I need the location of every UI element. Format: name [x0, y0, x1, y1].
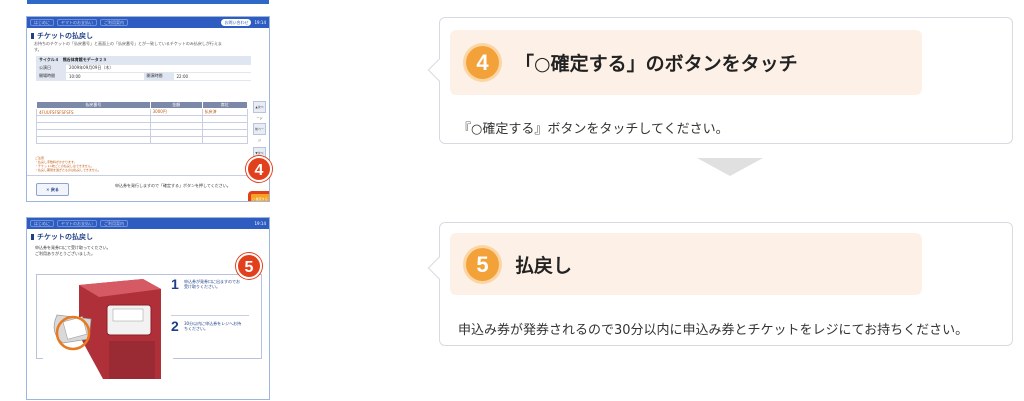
step-card-title: 払戻し	[515, 254, 573, 277]
kiosk-tab-payment: ヤマトのお支払い	[57, 19, 97, 26]
card-pointer	[427, 58, 451, 82]
info-value: 22:00	[173, 72, 251, 81]
grid-cell: 払戻済	[201, 108, 249, 116]
kiosk-tab-home: はじめに	[30, 19, 54, 26]
grid-cell	[201, 115, 249, 123]
grid-cell	[149, 122, 203, 130]
kiosk-tab-payment: ヤマトのお支払い	[57, 220, 97, 227]
kiosk-step-text: 申込券が発券口に出ますのでお受け取りください。	[184, 279, 240, 289]
kiosk-topbar: はじめに ヤマトのお支払い ご利用案内 お問い合わせ 19:14	[27, 17, 269, 28]
grid-cell	[36, 136, 151, 144]
grid-cell	[201, 136, 249, 144]
card-pointer	[427, 256, 451, 280]
kiosk-title: チケットの払戻し	[31, 31, 93, 41]
kiosk-step-number: 2	[171, 318, 179, 334]
grid-cell	[36, 115, 151, 123]
step-number-circle: 4	[466, 46, 499, 79]
grid-header: 席位	[201, 101, 249, 109]
grid-cell	[149, 115, 203, 123]
kiosk-description: お持ちのチケットの「払戻番号」と画面上の「払戻番号」とが一致しているチケットのみ…	[34, 41, 222, 52]
kiosk-illustration-panel: 1 申込券が発券口に出ますのでお受け取りください。 2 30分以内に申込券をレジへお…	[36, 274, 262, 379]
step-card-body: 『○確定する』ボタンをタッチしてください。	[458, 122, 729, 137]
kiosk-back-button: ✕ 戻る	[36, 183, 69, 196]
grid-cell	[36, 129, 151, 137]
grid-cell: 3000円	[149, 108, 203, 116]
kiosk-notes: ご注意 ・払戻し手数料がかかります。 ・チケット1枚ごとの払戻しはできません。 …	[35, 156, 101, 172]
step-card-header: 4 「○確定する」のボタンをタッチ	[450, 30, 922, 95]
step-number-circle: 5	[466, 247, 499, 281]
kiosk-bottom-message: 申込券を発行しますので「確定する」ボタンを押してください。	[115, 183, 231, 188]
grid-cell	[201, 129, 249, 137]
kiosk-step-number: 1	[171, 276, 179, 292]
kiosk-confirm-button: ○ 確定する	[250, 193, 269, 201]
refund-grid: 払戻番号 金額 席位 4FUUFSFSFSFSFS 3000円 払戻済	[36, 101, 249, 144]
info-label: 開場時間	[36, 72, 66, 81]
step-card-title: 「○確定する」のボタンをタッチ	[515, 53, 798, 75]
step-card-5: 5 払戻し 申込み券が発券されるので30分以内に申込み券とチケットをレジにてお持…	[427, 222, 1013, 346]
grid-header: 払戻番号	[36, 101, 151, 109]
info-label: 開演時間	[143, 72, 174, 81]
grid-cell	[149, 129, 203, 137]
kiosk-step-2: 2 30分以内に申込券をレジへお持ちください。	[171, 319, 251, 333]
kiosk-status-pill: お問い合わせ	[221, 19, 252, 26]
step-badge-4: 4	[246, 156, 272, 182]
down-arrow-icon	[697, 158, 763, 176]
kiosk-bottom-divider	[27, 175, 269, 176]
kiosk-tab-guide: ご利用案内	[100, 19, 128, 26]
info-value: 2009年09月09日（木）	[66, 64, 251, 73]
info-label: 公演日	[36, 64, 66, 73]
kiosk-topbar: はじめに ヤマトのお支払い ご利用案内 19:14	[27, 218, 269, 229]
thumbnail-top-edge	[27, 0, 269, 4]
kiosk-step-text: 30分以内に申込券をレジへお持ちください。	[184, 321, 242, 331]
kiosk-screenshot-confirm: はじめに ヤマトのお支払い ご利用案内 お問い合わせ 19:14 チケットの払戻…	[26, 16, 270, 202]
kiosk-title: チケットの払戻し	[31, 232, 93, 242]
grid-cell	[36, 122, 151, 130]
kiosk-tab-home: はじめに	[30, 220, 54, 227]
kiosk-clock: 19:14	[254, 221, 266, 226]
kiosk-prev-page-button: 前ページ	[253, 123, 266, 142]
step-card-header: 5 払戻し	[450, 233, 922, 295]
info-value: 10:00	[66, 72, 144, 81]
kiosk-clock: 19:14	[254, 20, 266, 25]
grid-cell	[201, 122, 249, 130]
grid-header: 金額	[149, 101, 203, 109]
kiosk-page-up-button: ▲次ページ	[253, 101, 266, 120]
event-info-table: サイクル４ 熊谷体育館モデータ２３ 公演日 2009年09月09日（木） 開場時…	[36, 56, 251, 81]
step-badge-5: 5	[236, 253, 262, 279]
kiosk-description: 申込券を発券口にて受け取ってください。 ご利用ありがとうございました。	[35, 245, 111, 256]
event-name: サイクル４ 熊谷体育館モデータ２３	[36, 56, 251, 65]
kiosk-tab-guide: ご利用案内	[100, 220, 128, 227]
kiosk-step-1: 1 申込券が発券口に出ますのでお受け取りください。	[171, 277, 251, 291]
kiosk-screenshot-refund: はじめに ヤマトのお支払い ご利用案内 19:14 チケットの払戻し 申込券を発…	[26, 217, 270, 400]
ticket-machine-icon	[43, 275, 173, 379]
grid-cell: 4FUUFSFSFSFSFS	[36, 108, 151, 116]
step-card-body: 申込み券が発券されるので30分以内に申込み券とチケットをレジにてお持ちください。	[458, 323, 969, 338]
step-card-4: 4 「○確定する」のボタンをタッチ 『○確定する』ボタンをタッチしてください。	[427, 17, 1013, 144]
grid-cell	[149, 136, 203, 144]
kiosk-step-divider	[171, 315, 249, 316]
